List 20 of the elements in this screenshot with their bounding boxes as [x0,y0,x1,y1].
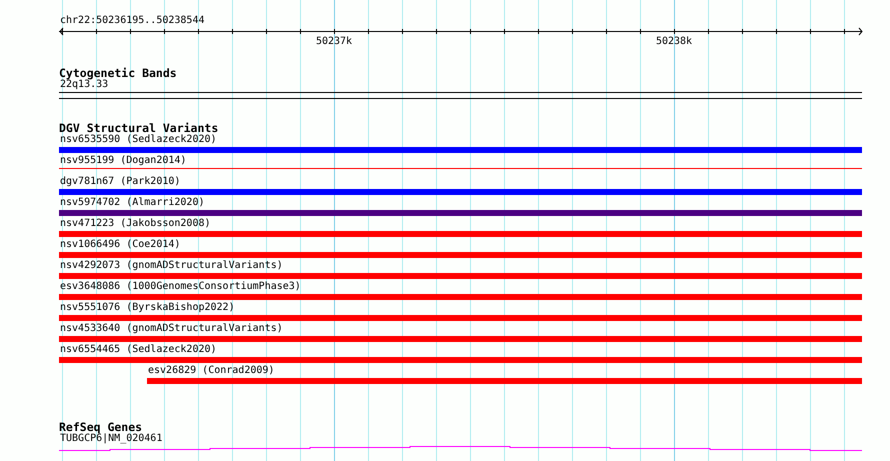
track-title: RefSeq Genes [59,421,142,433]
variant-label: nsv1066496 (Coe2014) [59,239,180,251]
variant-label: esv3648086 (1000GenomesConsortiumPhase3) [59,281,301,293]
variant-label: dgv781n67 (Park2010) [59,176,180,188]
region-label: chr22:50236195..50238544 [59,15,204,27]
variant-label: nsv5551076 (ByrskaBishop2022) [59,302,235,314]
variant-label: nsv471223 (Jakobsson2008) [59,218,211,230]
variant-label: nsv6554465 (Sedlazeck2020) [59,344,217,356]
gene-label: TUBGCP6|NM_020461 [60,433,162,445]
track-title: DGV Structural Variants [59,122,218,134]
variant-label: nsv5974702 (Almarri2020) [59,197,204,209]
variant-label: nsv955199 (Dogan2014) [59,155,186,167]
variant-label: nsv6535590 (Sedlazeck2020) [59,134,217,146]
variant-label: nsv4292073 (gnomADStructuralVariants) [59,260,283,272]
tick-label: 50238k [656,36,692,48]
tick-label: 50237k [316,36,352,48]
variant-label: esv26829 (Conrad2009) [147,365,274,377]
track-title: Cytogenetic Bands [59,67,177,79]
variant-label: nsv4533640 (gnomADStructuralVariants) [59,323,283,335]
band-label: 22q13.33 [60,79,108,91]
